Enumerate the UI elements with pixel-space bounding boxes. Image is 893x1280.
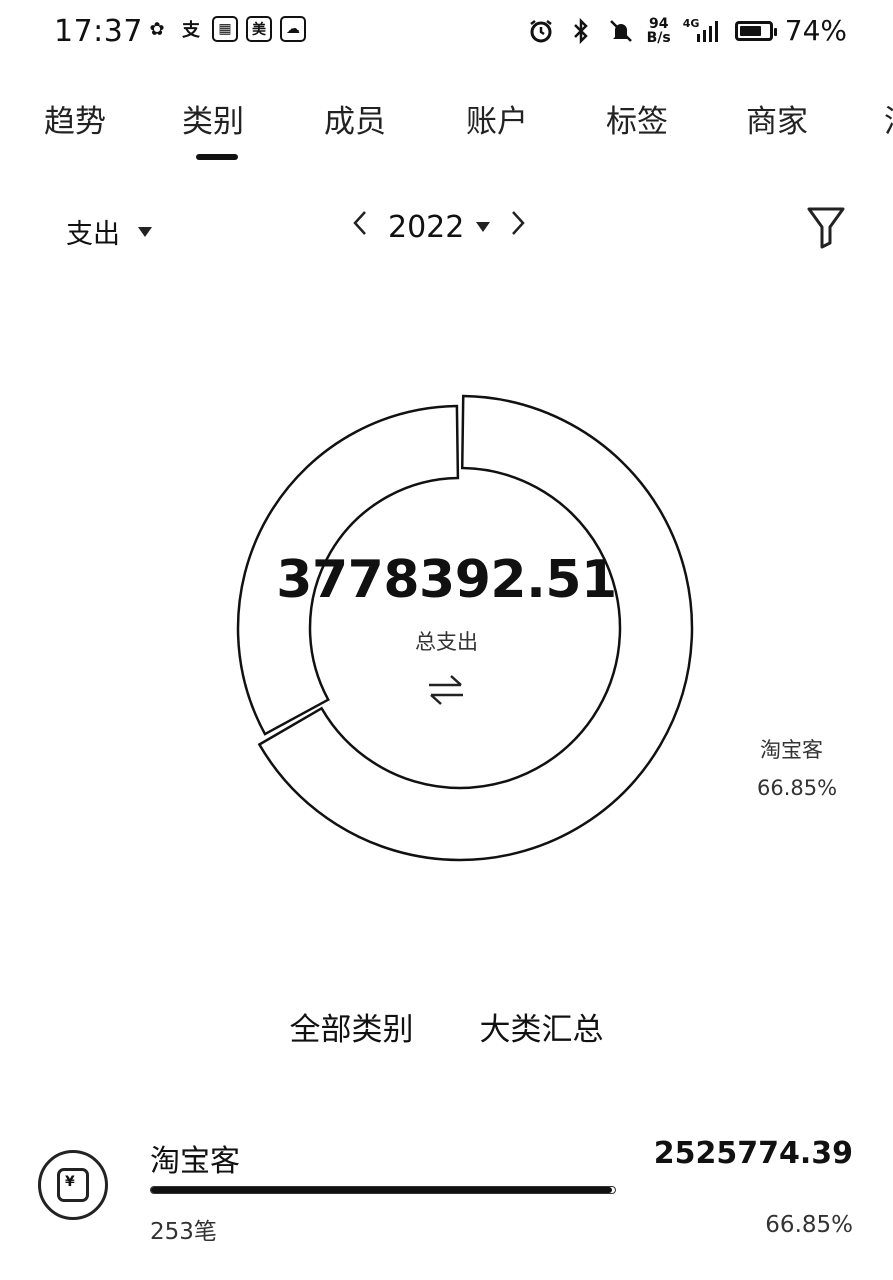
status-time: 17:37 <box>54 14 143 49</box>
year-navigator: 2022 <box>350 208 528 246</box>
mute-bell-icon <box>607 17 635 45</box>
swap-arrows-icon[interactable] <box>425 672 467 708</box>
filter-icon[interactable] <box>806 205 846 249</box>
view-all-categories[interactable]: 全部类别 <box>290 1004 414 1049</box>
total-expense-label: 总支出 <box>415 630 478 654</box>
meituan-icon: 美 <box>246 16 272 42</box>
category-progress-track <box>150 1186 616 1194</box>
tab-trend[interactable]: 趋势 <box>44 96 106 141</box>
tab-member[interactable]: 成员 <box>324 96 386 141</box>
alipay-icon: 支 <box>182 20 200 41</box>
tab-merchant[interactable]: 商家 <box>746 96 808 141</box>
slice-percent: 66.85% <box>757 776 838 800</box>
network-speed: 94 B/s <box>647 17 671 45</box>
battery-level <box>739 25 761 36</box>
year-dropdown[interactable]: 2022 <box>388 209 491 245</box>
category-name: 淘宝客 <box>150 1144 240 1179</box>
category-percent: 66.85% <box>765 1212 853 1238</box>
photo-app-icon: ▦ <box>212 16 238 42</box>
bluetooth-icon <box>567 17 595 45</box>
chevron-left-icon[interactable] <box>350 208 370 246</box>
yuan-glyph: ¥ <box>57 1168 89 1202</box>
view-toggle: 全部类别 大类汇总 <box>0 1004 893 1049</box>
category-amount: 2525774.39 <box>653 1136 853 1171</box>
tab-account[interactable]: 账户 <box>466 96 528 141</box>
chevron-right-icon[interactable] <box>508 208 528 246</box>
type-dropdown[interactable]: 支出 <box>66 212 152 251</box>
network-speed-value: 94 <box>648 15 669 32</box>
battery-icon <box>734 20 777 41</box>
tab-category[interactable]: 类别 <box>182 96 244 141</box>
caret-down-icon <box>138 226 152 237</box>
signal-icon: 4G <box>683 17 723 45</box>
view-major-summary[interactable]: 大类汇总 <box>480 1004 604 1049</box>
type-dropdown-label: 支出 <box>66 219 120 250</box>
tab-more-partial[interactable]: 消 <box>884 96 893 141</box>
total-expense-amount: 3778392.51 <box>276 550 617 610</box>
category-count: 253笔 <box>150 1219 217 1245</box>
active-tab-indicator <box>196 154 238 160</box>
status-right: 94 B/s 4G 74% <box>527 14 847 47</box>
status-bar: 17:37 ✿ 支 ▦ 美 ☁ 94 B/s 4G 74% <box>0 0 893 68</box>
wechat-icon: ✿ <box>149 18 165 40</box>
weather-app-icon: ☁ <box>280 16 306 42</box>
caret-down-icon <box>476 222 491 232</box>
alarm-icon <box>527 17 555 45</box>
battery-percent: 74% <box>784 14 847 47</box>
slice-label: 淘宝客 <box>760 738 823 762</box>
network-type: 4G <box>682 16 700 30</box>
year-value: 2022 <box>388 209 465 245</box>
network-speed-unit: B/s <box>646 29 671 46</box>
category-progress-fill <box>151 1187 613 1193</box>
status-app-icons: ✿ 支 ▦ 美 ☁ <box>144 16 306 42</box>
tab-tag[interactable]: 标签 <box>606 96 668 141</box>
yuan-receipt-icon: ¥ <box>38 1150 108 1220</box>
category-tabs: 趋势 类别 成员 账户 标签 商家 消 <box>0 96 893 166</box>
